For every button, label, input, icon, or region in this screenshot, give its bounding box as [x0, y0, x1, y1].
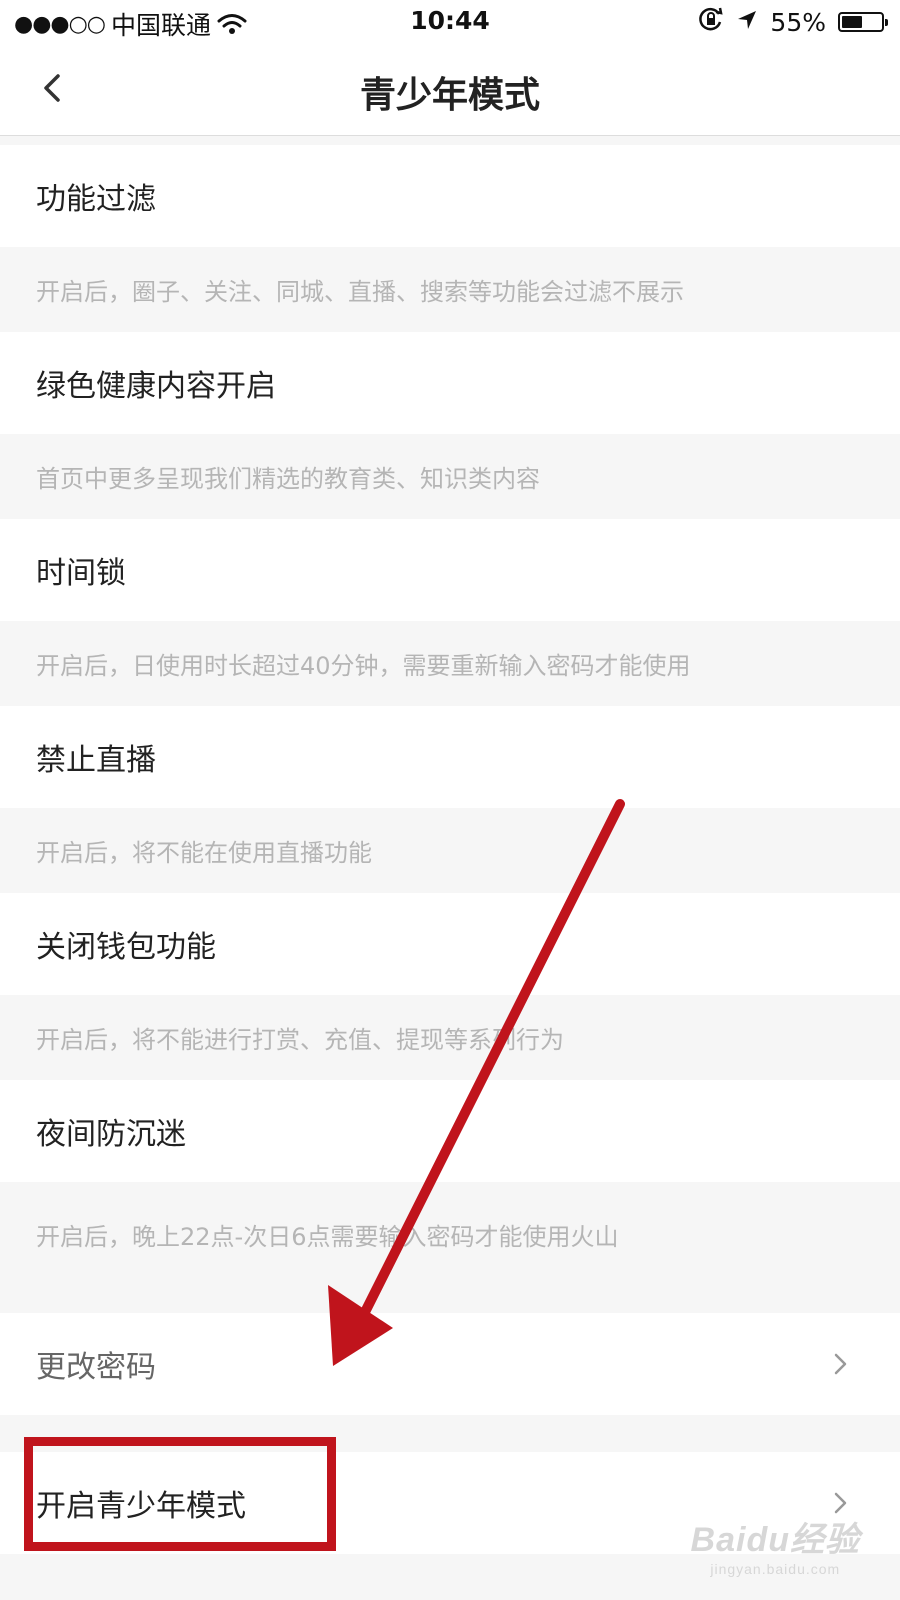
- setting-description: 开启后，将不能在使用直播功能: [0, 808, 900, 893]
- navigation-bar: 青少年模式: [0, 44, 900, 136]
- change-password-label: 更改密码: [36, 1350, 156, 1385]
- setting-title: 时间锁: [0, 519, 900, 621]
- baidu-watermark: Baidu经验 jingyan.baidu.com: [691, 1512, 860, 1577]
- chevron-right-icon: [834, 1353, 847, 1375]
- setting-description: 首页中更多呈现我们精选的教育类、知识类内容: [0, 434, 900, 519]
- battery-level-fill: [842, 16, 862, 28]
- watermark-logo: Baidu经验: [690, 1521, 860, 1559]
- enable-youth-mode-label: 开启青少年模式: [36, 1489, 246, 1524]
- setting-description: 开启后，日使用时长超过40分钟，需要重新输入密码才能使用: [0, 621, 900, 706]
- change-password-row[interactable]: 更改密码: [0, 1313, 900, 1415]
- status-right: 55%: [698, 6, 888, 38]
- setting-title: 关闭钱包功能: [0, 893, 900, 995]
- setting-description: 开启后，将不能进行打赏、充值、提现等系列行为: [0, 995, 900, 1080]
- settings-list: 功能过滤 开启后，圈子、关注、同城、直播、搜索等功能会过滤不展示 绿色健康内容开…: [0, 145, 900, 1287]
- rotation-lock-icon: [698, 6, 724, 38]
- setting-description: 开启后，晚上22点-次日6点需要输入密码才能使用火山: [0, 1182, 900, 1287]
- page-title: 青少年模式: [359, 75, 540, 116]
- setting-title: 禁止直播: [0, 706, 900, 808]
- setting-description: 开启后，圈子、关注、同城、直播、搜索等功能会过滤不展示: [0, 247, 900, 332]
- watermark-url: jingyan.baidu.com: [710, 1561, 841, 1577]
- setting-title: 绿色健康内容开启: [0, 332, 900, 434]
- battery-icon: [838, 12, 888, 32]
- setting-title: 夜间防沉迷: [0, 1080, 900, 1182]
- setting-title: 功能过滤: [0, 145, 900, 247]
- location-icon: [736, 8, 758, 37]
- battery-percentage: 55%: [770, 7, 826, 37]
- status-bar: ●●●○○ 中国联通 10:44 55%: [0, 0, 900, 44]
